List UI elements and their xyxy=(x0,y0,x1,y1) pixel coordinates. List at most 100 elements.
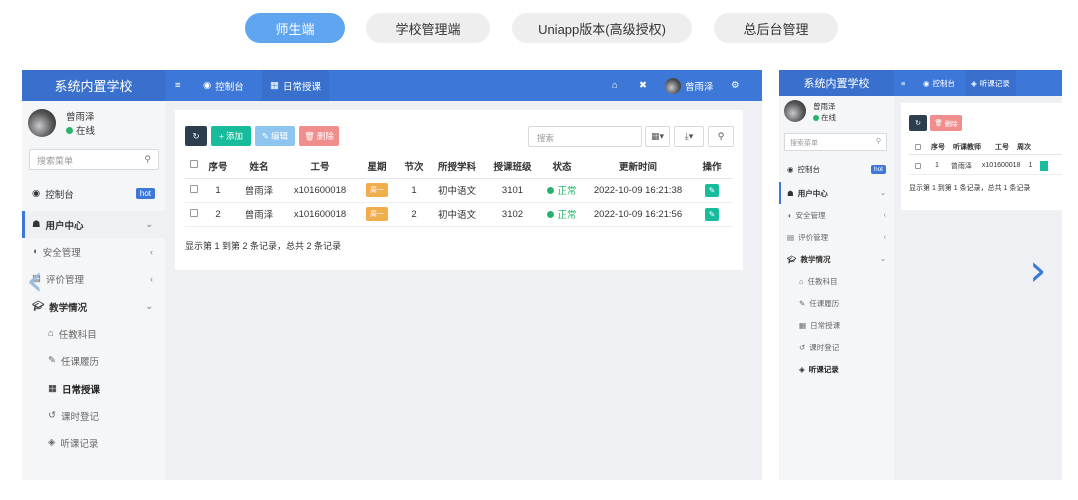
nav-dashboard[interactable]: ◉ 控制台 xyxy=(203,70,244,101)
cell-week: 周一 xyxy=(355,178,399,203)
search-button[interactable]: ⚲ xyxy=(708,126,734,147)
carousel-prev-button[interactable]: ‹ xyxy=(26,255,44,306)
col-header[interactable]: 听课教师 xyxy=(953,142,981,152)
col-header[interactable]: 更新时间 xyxy=(584,154,692,179)
sidebar-item-subjects[interactable]: ⌂ 任教科目 xyxy=(779,270,894,292)
status-dot-icon xyxy=(547,210,555,218)
cell-period: 1 xyxy=(399,178,429,203)
sidebar-item-evaluation[interactable]: ▤ 评价管理 ‹ xyxy=(779,226,894,248)
col-header[interactable]: 所授学科 xyxy=(429,154,485,179)
sidebar-item-label: 用户中心 xyxy=(45,220,84,232)
sidebar-item-daily[interactable]: ▦ 日常授课 xyxy=(22,375,165,402)
home-button[interactable]: ⌂ xyxy=(612,70,618,101)
add-label: 添加 xyxy=(225,131,243,141)
col-header[interactable]: 工号 xyxy=(995,142,1009,152)
menu-toggle[interactable]: ≡ xyxy=(175,70,181,101)
col-header[interactable]: 序号 xyxy=(931,142,945,152)
content-card: ↻ 🗑︎ 删除 序号 听课教师 工号 周次 1 曾雨泽 x101600018 1 … xyxy=(901,103,1062,210)
menu-search-input[interactable]: 搜索菜单 ⚲ xyxy=(29,149,159,170)
sidebar-item-user-center[interactable]: ☗ 用户中心 ⌄ xyxy=(779,182,894,204)
chevron-left-icon: ‹ xyxy=(883,211,886,219)
dashboard-icon: ◉ xyxy=(923,78,930,88)
status-label: 正常 xyxy=(557,186,577,197)
menu-toggle[interactable]: ≡ xyxy=(901,70,905,96)
col-header[interactable]: 状态 xyxy=(540,154,584,179)
sidebar-item-security[interactable]: ◖ 安全管理 ‹ xyxy=(779,204,894,226)
sidebar-item-dashboard[interactable]: ◉ 控制台 hot xyxy=(779,158,894,180)
top-navbar: 系统内置学校 ≡ ◉ 控制台 ◈ 听课记录 xyxy=(779,70,1062,96)
table-search-input[interactable]: 搜索 xyxy=(528,126,642,147)
sidebar-item-hours[interactable]: ↺ 课时登记 xyxy=(779,336,894,358)
week-badge: 周一 xyxy=(366,207,388,221)
tag-icon: ◈ xyxy=(799,364,805,374)
cell-class: 3101 xyxy=(485,178,540,203)
dashboard-icon: ◉ xyxy=(203,80,212,91)
tab-super-admin[interactable]: 总后台管理 xyxy=(714,13,838,43)
hot-badge: hot xyxy=(135,188,155,199)
table-header-row: 序号 听课教师 工号 周次 xyxy=(909,139,1062,155)
sidebar-item-label: 控制台 xyxy=(797,164,821,174)
sidebar-item-history[interactable]: ✎ 任课履历 xyxy=(779,292,894,314)
table-row[interactable]: 1 曾雨泽 x101600018 周一 1 初中语文 3101 正常 2022-… xyxy=(185,178,732,203)
row-checkbox[interactable] xyxy=(185,202,203,227)
col-header[interactable]: 序号 xyxy=(203,154,233,179)
refresh-button[interactable]: ↻ xyxy=(909,115,927,131)
col-header[interactable]: 姓名 xyxy=(233,154,285,179)
sidebar-item-dashboard[interactable]: ◉ 控制台 hot xyxy=(22,180,165,207)
row-edit-button[interactable]: ✎ xyxy=(705,207,719,221)
col-header[interactable]: 节次 xyxy=(399,154,429,179)
row-checkbox[interactable] xyxy=(185,178,203,203)
tab-uniapp[interactable]: Uniapp版本(高级授权) xyxy=(512,13,692,43)
chevron-down-icon: ⌄ xyxy=(145,301,153,311)
user-menu[interactable]: 曾雨泽 xyxy=(665,70,714,101)
nav-dashboard[interactable]: ◉ 控制台 xyxy=(923,70,955,96)
export-button[interactable]: ⤓▾ xyxy=(674,126,704,147)
tab-teacher-student[interactable]: 师生端 xyxy=(245,13,345,43)
table-search-placeholder: 搜索 xyxy=(537,133,555,143)
nav-listen[interactable]: ◈ 听课记录 xyxy=(965,70,1016,96)
nav-daily[interactable]: ▦ 日常授课 xyxy=(262,70,329,101)
columns-button[interactable]: ▦▾ xyxy=(645,126,670,147)
col-header[interactable]: 工号 xyxy=(285,154,355,179)
sidebar-item-teaching[interactable]: 🎓︎ 教学情况 ⌄ xyxy=(779,248,894,270)
carousel-next-button[interactable]: › xyxy=(1029,245,1047,296)
pencil-icon: ✎ xyxy=(708,185,716,195)
select-all-checkbox[interactable] xyxy=(915,143,921,150)
table-row[interactable]: 1 曾雨泽 x101600018 1 xyxy=(909,157,1062,175)
select-all-checkbox[interactable] xyxy=(185,154,203,179)
pencil-icon: ✎ xyxy=(261,130,270,141)
col-header[interactable]: 周次 xyxy=(1017,142,1031,152)
sidebar-item-listen[interactable]: ◈ 听课记录 xyxy=(22,429,165,456)
add-button[interactable]: + 添加 xyxy=(211,126,251,146)
sidebar-item-hours[interactable]: ↺ 课时登记 xyxy=(22,402,165,429)
sidebar-item-history[interactable]: ✎ 任课履历 xyxy=(22,347,165,374)
chevron-left-icon: ‹ xyxy=(883,233,886,241)
cell-class: 3102 xyxy=(485,202,540,227)
row-edit-button[interactable] xyxy=(1040,160,1049,171)
delete-button[interactable]: 🗑︎ 删除 xyxy=(930,115,962,131)
delete-button[interactable]: 🗑︎ 删除 xyxy=(299,126,339,146)
sidebar-item-listen[interactable]: ◈ 听课记录 xyxy=(779,358,894,380)
col-header[interactable]: 星期 xyxy=(355,154,399,179)
dashboard-icon: ◉ xyxy=(787,164,794,174)
edit-button[interactable]: ✎ 编辑 xyxy=(255,126,295,146)
sidebar-item-label: 任课履历 xyxy=(809,298,840,308)
cell-subject: 初中语文 xyxy=(429,202,485,227)
sidebar-item-user-center[interactable]: ☗ 用户中心 ⌄ xyxy=(22,211,165,238)
grid-icon: ▦ xyxy=(48,383,57,394)
cell-status: 正常 xyxy=(540,178,584,203)
refresh-button[interactable]: ↻ xyxy=(185,126,207,146)
settings-button[interactable]: ⚙ xyxy=(731,70,740,101)
col-header[interactable]: 授课班级 xyxy=(485,154,540,179)
sidebar-item-daily[interactable]: ▦ 日常授课 xyxy=(779,314,894,336)
fullscreen-button[interactable]: ✖ xyxy=(639,70,647,101)
online-label: 在线 xyxy=(821,113,836,122)
table-row[interactable]: 2 曾雨泽 x101600018 周一 2 初中语文 3102 正常 2022-… xyxy=(185,202,732,227)
row-checkbox[interactable] xyxy=(915,162,921,169)
tab-school-admin[interactable]: 学校管理端 xyxy=(366,13,490,43)
right-screenshot: 系统内置学校 ≡ ◉ 控制台 ◈ 听课记录 曾雨泽 在线 搜索菜单 ⚲ ◉ 控制台 h… xyxy=(779,70,1062,480)
sidebar-item-label: 教学情况 xyxy=(49,302,88,314)
row-edit-button[interactable]: ✎ xyxy=(705,183,719,197)
menu-search-input[interactable]: 搜索菜单 ⚲ xyxy=(784,133,887,151)
sidebar-item-subjects[interactable]: ⌂ 任教科目 xyxy=(22,320,165,347)
